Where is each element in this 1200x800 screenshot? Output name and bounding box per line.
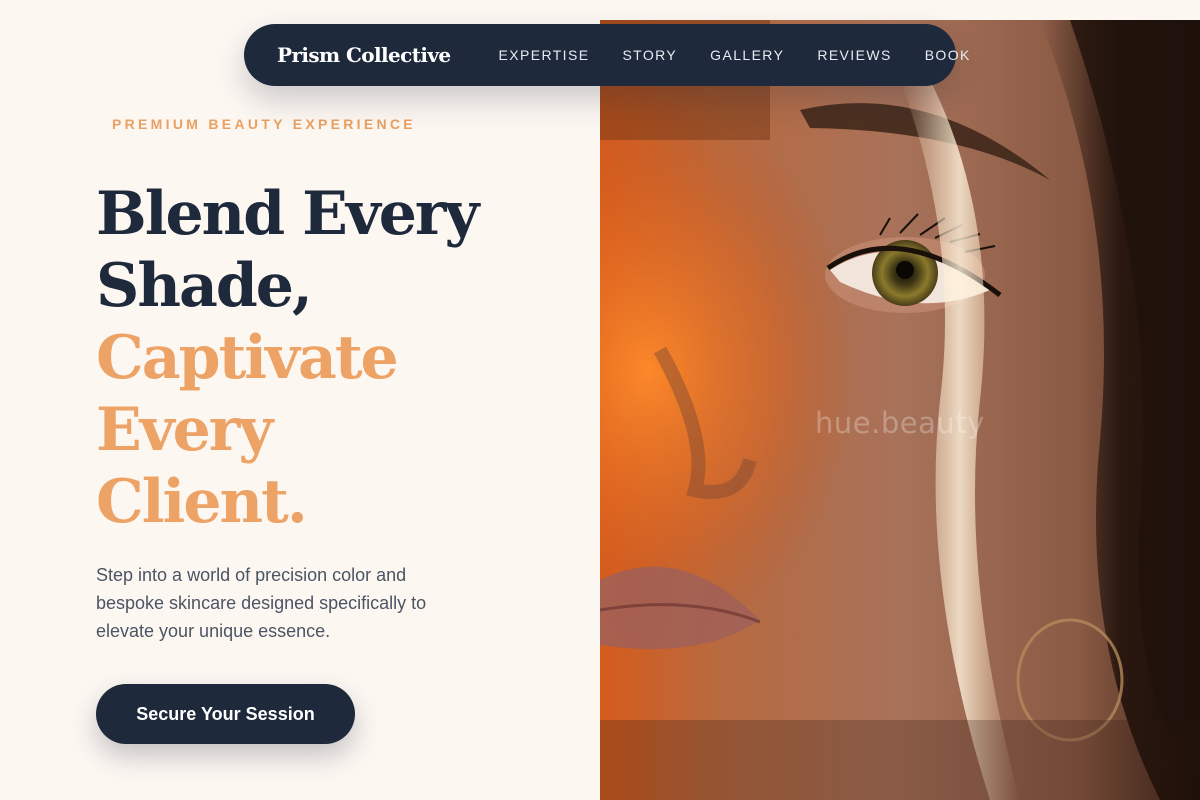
headline-line-5: Client.: [96, 467, 308, 537]
hero-portrait-image: hue.beauty: [600, 20, 1200, 800]
nav-link-reviews[interactable]: REVIEWS: [817, 47, 891, 63]
nav-link-gallery[interactable]: GALLERY: [710, 47, 784, 63]
hero-headline: Blend Every Shade, Captivate Every Clien…: [96, 178, 479, 538]
photo-watermark: hue.beauty: [815, 406, 985, 440]
headline-line-4: Every: [96, 395, 273, 465]
hero-description: Step into a world of precision color and…: [96, 565, 427, 641]
secure-session-button[interactable]: Secure Your Session: [96, 684, 355, 744]
nav-links: EXPERTISE STORY GALLERY REVIEWS BOOK: [499, 47, 971, 63]
main-navigation: Prism Collective EXPERTISE STORY GALLERY…: [244, 24, 969, 86]
landing-page: hue.beauty Prism Collective EXPERTISE ST…: [0, 0, 1200, 800]
nav-link-expertise[interactable]: EXPERTISE: [499, 47, 590, 63]
hero-eyebrow: PREMIUM BEAUTY EXPERIENCE: [112, 116, 416, 132]
headline-line-1: Blend Every: [96, 179, 479, 249]
brand-logo[interactable]: Prism Collective: [277, 43, 451, 67]
nav-link-story[interactable]: STORY: [622, 47, 677, 63]
nav-link-book[interactable]: BOOK: [925, 47, 971, 63]
headline-line-2: Shade,: [96, 251, 313, 321]
headline-line-3: Captivate: [96, 323, 399, 393]
